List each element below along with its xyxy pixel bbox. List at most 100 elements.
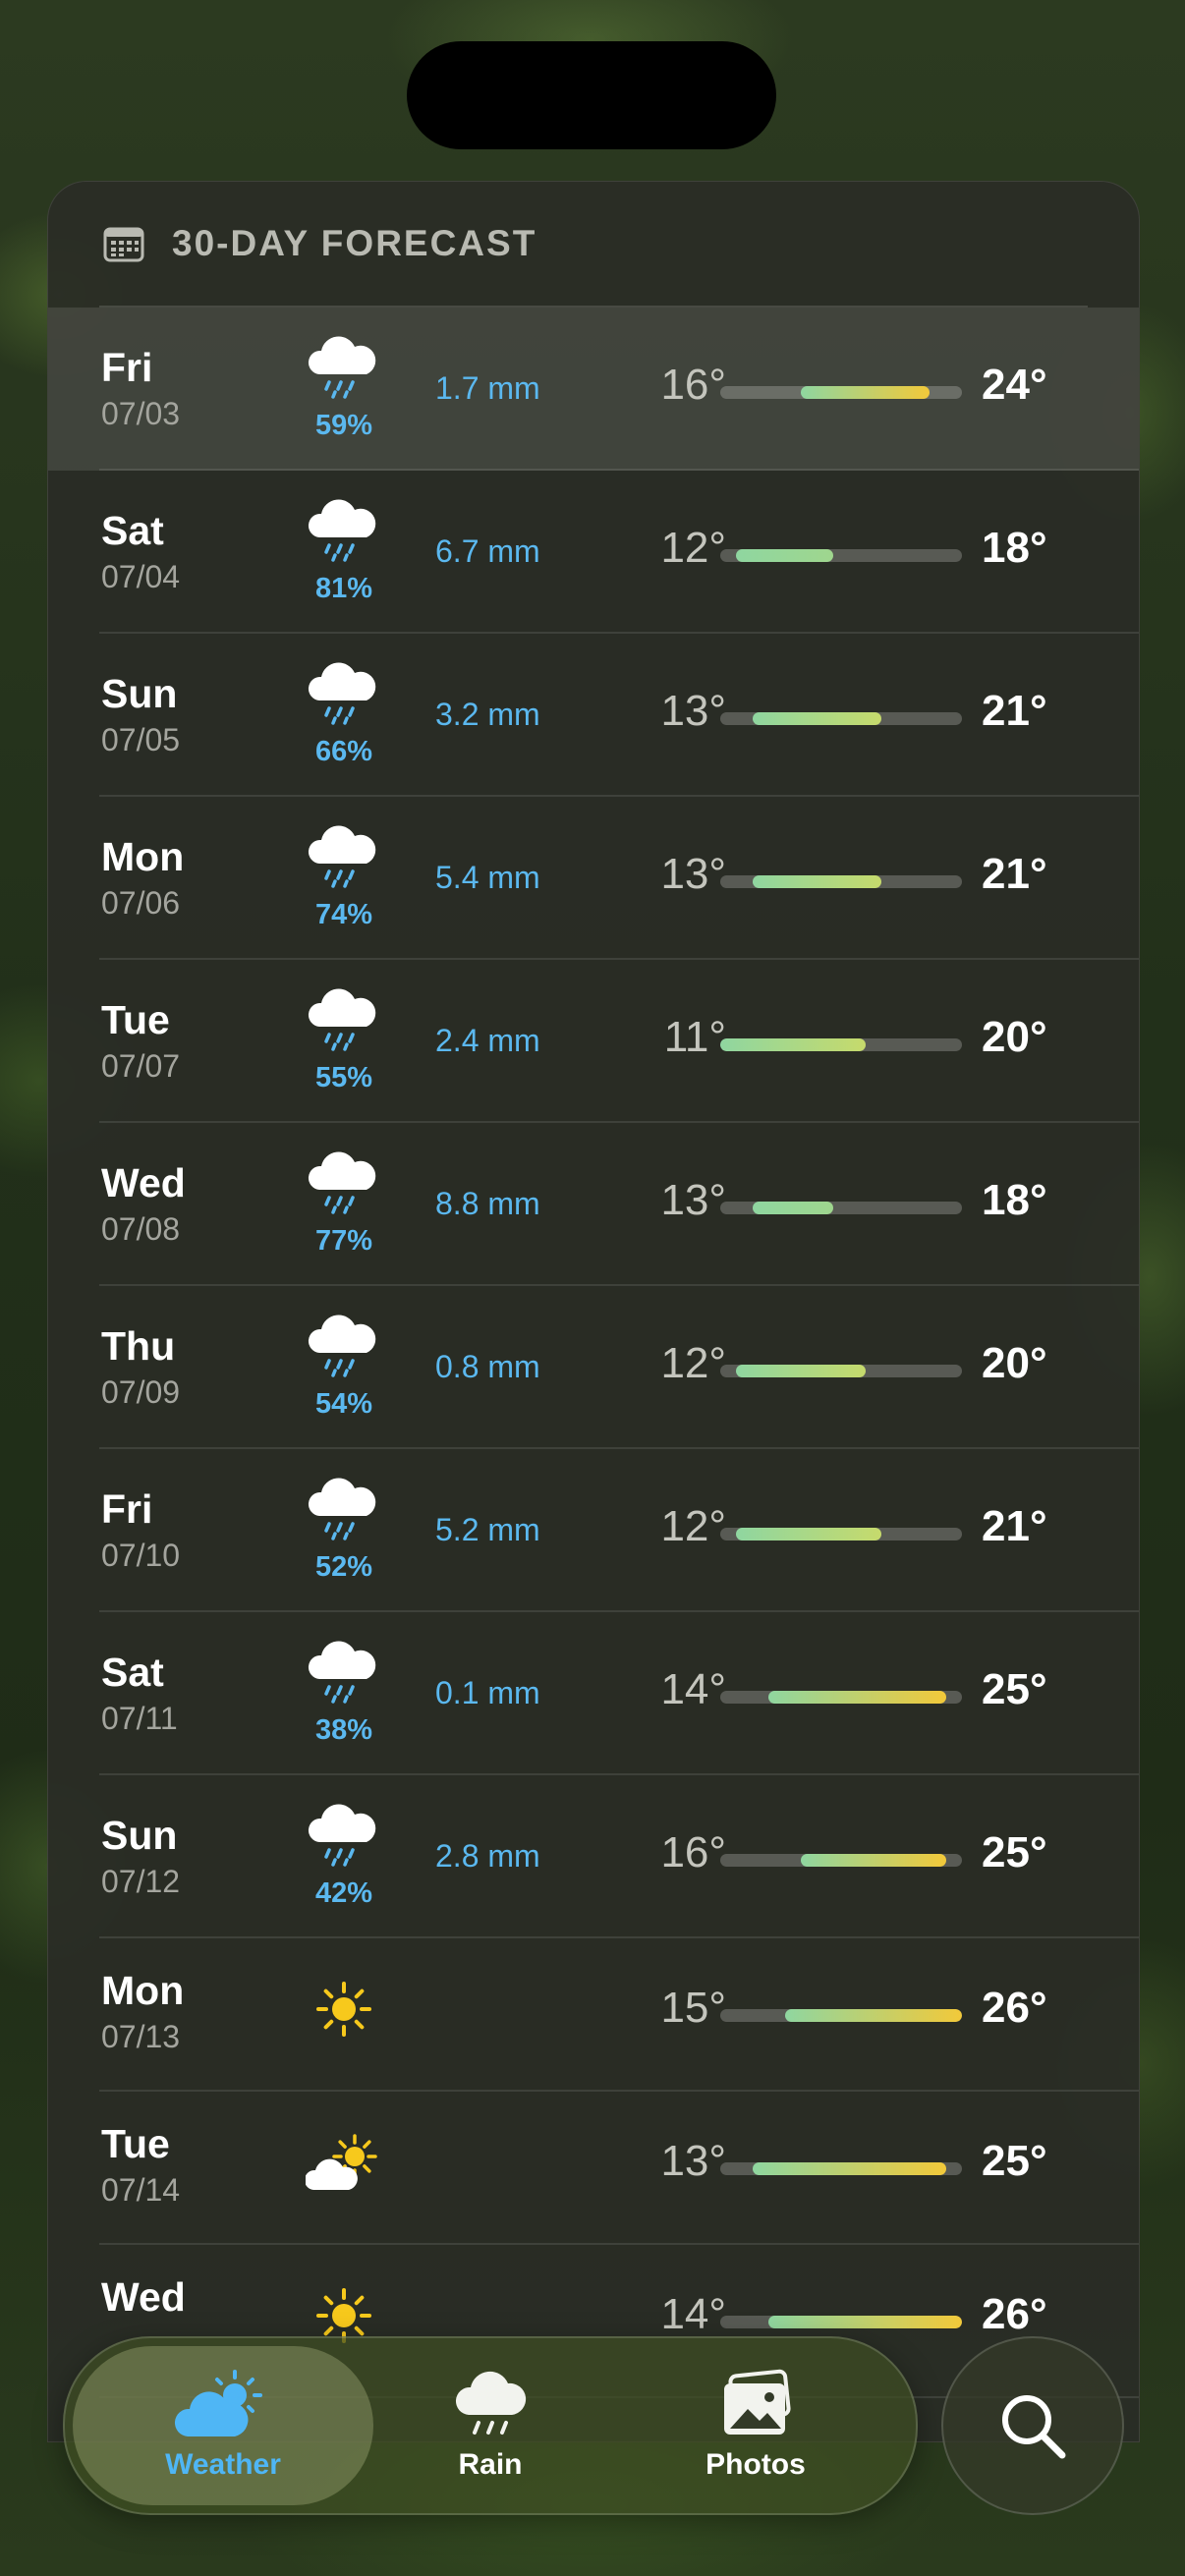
temp-range-fill (801, 386, 931, 399)
low-temp: 13° (660, 850, 726, 898)
day-name: Fri (101, 345, 153, 390)
precip-chance: 66% (314, 736, 373, 767)
partly-cloudy-icon (306, 2134, 377, 2190)
day-name: Sat (101, 1650, 164, 1695)
low-temp: 13° (660, 1176, 726, 1224)
temp-range-bar (720, 1038, 962, 1051)
precip-chance: 74% (314, 899, 373, 930)
forecast-row[interactable]: Fri 07/10 52% 5.2 mm 12° 21° (48, 1449, 1139, 1612)
tab-photos[interactable]: Photos (605, 2346, 906, 2505)
temp-range-bar (720, 2009, 962, 2022)
day-date: 07/08 (101, 1211, 181, 1247)
rain-cloud-icon (308, 1478, 376, 1540)
precip-amount: 0.8 mm (435, 1349, 540, 1384)
low-temp: 15° (660, 1984, 726, 2032)
temp-range-fill (768, 2316, 962, 2328)
precip-amount: 5.4 mm (435, 860, 540, 895)
temp-range-bar (720, 1691, 962, 1704)
day-date: 07/13 (101, 2019, 181, 2054)
forecast-row[interactable]: Mon 07/06 74% 5.4 mm 13° 21° (48, 797, 1139, 960)
temp-range-bar (720, 875, 962, 888)
forecast-row[interactable]: Tue 07/07 55% 2.4 mm 11° 20° (48, 960, 1139, 1123)
precip-chance: 77% (314, 1225, 373, 1257)
temp-range-bar (720, 1528, 962, 1540)
forecast-row[interactable]: Thu 07/09 54% 0.8 mm 12° 20° (48, 1286, 1139, 1449)
temp-range-fill (752, 1202, 833, 1214)
day-name: Sat (101, 508, 164, 553)
high-temp: 26° (982, 2290, 1047, 2338)
rain-cloud-icon (308, 1804, 376, 1867)
temp-range-fill (784, 2009, 962, 2022)
temp-range-fill (752, 712, 881, 725)
day-name: Wed (101, 1160, 186, 1205)
low-temp: 12° (660, 1502, 726, 1550)
temp-range-fill (736, 549, 833, 562)
tab-bar: Weather Rain Photos (63, 2336, 918, 2515)
precip-amount: 6.7 mm (435, 533, 540, 569)
calendar-icon (103, 227, 144, 262)
tab-rain[interactable]: Rain (340, 2346, 641, 2505)
precip-chance: 52% (314, 1551, 373, 1583)
day-date: 07/05 (101, 722, 181, 757)
day-name: Sun (101, 671, 178, 716)
forecast-row[interactable]: Tue 07/14 13° 25° (48, 2092, 1139, 2245)
temp-range-bar (720, 1854, 962, 1867)
day-date: 07/07 (101, 1048, 181, 1084)
forecast-row[interactable]: Sat 07/04 81% 6.7 mm 12° 18° (48, 471, 1139, 634)
low-temp: 13° (660, 2137, 726, 2185)
precip-chance: 59% (314, 410, 373, 441)
high-temp: 26° (982, 1984, 1047, 2032)
low-temp: 16° (660, 1828, 726, 1876)
precip-amount: 1.7 mm (435, 370, 540, 406)
high-temp: 20° (982, 1013, 1047, 1061)
temp-range-bar (720, 1365, 962, 1377)
rain-cloud-icon (308, 336, 376, 399)
rain-cloud-icon (308, 1151, 376, 1214)
day-date: 07/06 (101, 885, 181, 921)
temp-range-bar (720, 712, 962, 725)
sun-icon (316, 1982, 371, 2037)
precip-chance: 38% (314, 1714, 373, 1746)
search-button[interactable] (941, 2336, 1124, 2515)
precip-amount: 3.2 mm (435, 697, 540, 732)
day-date: 07/11 (101, 1701, 178, 1736)
forecast-row[interactable]: Fri 07/03 59% 1.7 mm 16° 24° (48, 308, 1139, 471)
low-temp: 11° (663, 1013, 726, 1061)
search-icon (1002, 2395, 1066, 2459)
high-temp: 20° (982, 1339, 1047, 1387)
temp-range-bar (720, 2162, 962, 2175)
day-date: 07/03 (101, 396, 181, 431)
low-temp: 16° (660, 361, 726, 409)
forecast-row[interactable]: Mon 07/13 15° 26° (48, 1938, 1139, 2092)
rain-cloud-icon (308, 662, 376, 725)
partly-cloudy-icon (174, 2370, 262, 2436)
high-temp: 21° (982, 687, 1047, 735)
day-name: Fri (101, 1486, 153, 1532)
forecast-row[interactable]: Wed 07/08 77% 8.8 mm 13° 18° (48, 1123, 1139, 1286)
forecast-list[interactable]: Fri 07/03 59% 1.7 mm 16° 24° Sat 07/04 81% 6.7 mm… (48, 308, 1139, 2398)
precip-amount: 0.1 mm (435, 1675, 540, 1710)
forecast-card[interactable]: 30-DAY FORECAST Fri 07/03 59% 1.7 mm 16° 24° S… (47, 181, 1140, 2442)
precip-chance: 81% (314, 573, 373, 604)
forecast-row[interactable]: Sun 07/05 66% 3.2 mm 13° 21° (48, 634, 1139, 797)
high-temp: 25° (982, 1828, 1047, 1876)
day-date: 07/04 (101, 559, 181, 594)
high-temp: 18° (982, 1176, 1047, 1224)
temp-range-fill (720, 1038, 866, 1051)
temp-range-fill (801, 1854, 946, 1867)
day-date: 07/12 (101, 1864, 181, 1899)
temp-range-fill (752, 2162, 946, 2175)
day-name: Wed (101, 2274, 186, 2320)
forecast-header: 30-DAY FORECAST (48, 182, 1139, 306)
rain-cloud-icon (308, 825, 376, 888)
rain-cloud-icon (455, 2371, 527, 2435)
high-temp: 24° (982, 361, 1047, 409)
high-temp: 21° (982, 850, 1047, 898)
rain-cloud-icon (308, 1641, 376, 1704)
precip-amount: 2.4 mm (435, 1023, 540, 1058)
rain-cloud-icon (308, 499, 376, 562)
temp-range-bar (720, 2316, 962, 2328)
forecast-row[interactable]: Sun 07/12 42% 2.8 mm 16° 25° (48, 1775, 1139, 1938)
forecast-row[interactable]: Sat 07/11 38% 0.1 mm 14° 25° (48, 1612, 1139, 1775)
tab-weather[interactable]: Weather (73, 2346, 373, 2505)
